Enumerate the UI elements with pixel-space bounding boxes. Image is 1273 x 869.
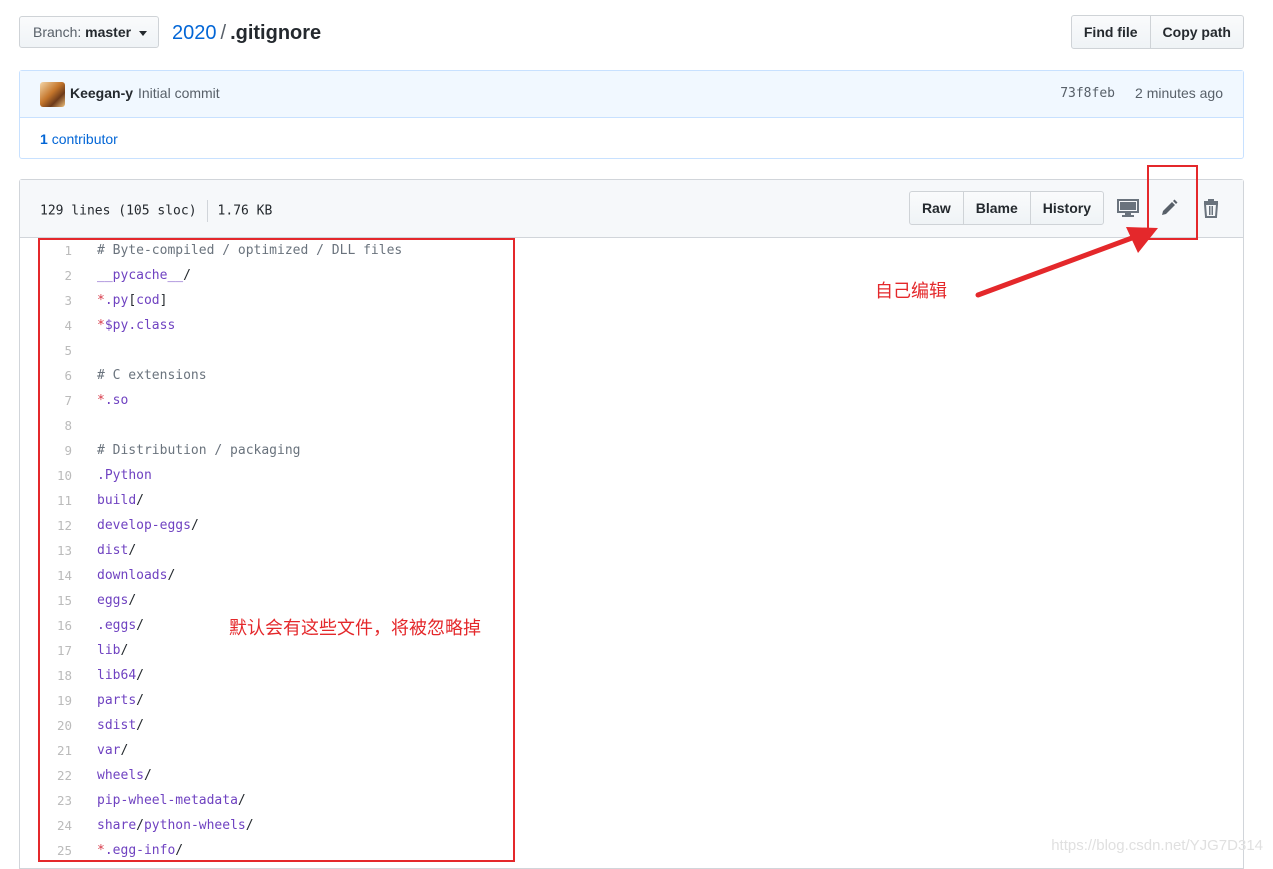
breadcrumb-file-name: .gitignore [230,22,322,44]
watermark: https://blog.csdn.net/YJG7D314 [1051,837,1263,854]
contributors-link[interactable]: 1 contributor [40,131,118,147]
trash-icon[interactable] [1200,197,1222,219]
ignore-note: 默认会有这些文件，将被忽略掉 [229,618,481,639]
branch-prefix: Branch: [33,24,82,40]
commit-author-link[interactable]: Keegan-y [70,85,133,101]
breadcrumb-repo-link[interactable]: 2020 [172,22,217,44]
file-actions-group: Find file Copy path [1070,15,1244,49]
raw-button[interactable]: Raw [908,191,964,225]
file-size: 1.76 KB [217,203,273,219]
file-info: 129 lines (105 sloc) 1.76 KB [40,200,272,222]
ignore-highlight-box [38,238,515,862]
breadcrumb-separator: / [220,22,227,44]
commit-sha-link[interactable]: 73f8feb [1060,86,1115,101]
file-lines-info: 129 lines (105 sloc) [40,203,197,219]
file-info-divider [206,200,208,222]
avatar[interactable] [40,82,65,107]
branch-selector-button[interactable]: Branch: master [19,16,159,48]
breadcrumb: 2020/.gitignore [172,20,321,46]
contributors-count: 1 [40,131,48,147]
commit-time: 2 minutes ago [1135,85,1223,101]
edit-note: 自己编辑 [875,281,947,302]
find-file-button[interactable]: Find file [1070,15,1151,49]
commit-tease: Keegan-y Initial commit 73f8feb 2 minute… [20,71,1243,118]
commit-box: Keegan-y Initial commit 73f8feb 2 minute… [19,70,1244,159]
contributors-label: contributor [51,131,118,147]
arrow-icon [975,227,1158,298]
caret-down-icon [138,30,147,36]
commit-message-link[interactable]: Initial commit [138,85,220,101]
branch-name: master [85,24,132,40]
copy-path-button[interactable]: Copy path [1149,15,1244,49]
